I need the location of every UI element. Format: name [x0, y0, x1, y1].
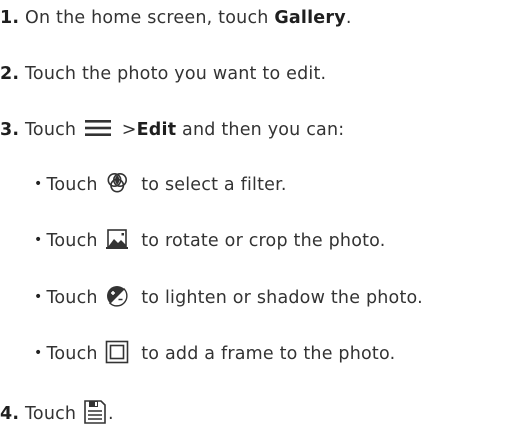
edit-label: Edit: [136, 120, 177, 140]
step-number: 2.: [0, 64, 20, 84]
sub-text-end: to rotate or crop the photo.: [135, 231, 386, 251]
sub-text: Touch: [46, 288, 104, 308]
sub-item-filter: • Touch to select a filter.: [34, 170, 287, 200]
sub-text-end: to lighten or shadow the photo.: [135, 288, 423, 308]
step-text: On the home screen, touch: [25, 8, 275, 28]
step-number: 4.: [0, 404, 20, 424]
save-icon: [84, 400, 106, 424]
step-2: 2. Touch the photo you want to edit.: [0, 59, 326, 89]
exposure-icon: [105, 284, 129, 308]
step-3: 3. Touch >Edit and then you can:: [0, 115, 344, 145]
menu-icon: [84, 118, 112, 138]
sub-text: Touch: [46, 231, 104, 251]
step-1: 1. On the home screen, touch Gallery.: [0, 3, 352, 33]
crop-rotate-icon: [105, 227, 129, 251]
step-text: Touch: [25, 404, 82, 424]
step-number: 3.: [0, 120, 20, 140]
bullet: •: [34, 345, 43, 361]
bullet: •: [34, 289, 43, 305]
sub-item-crop: • Touch to rotate or crop the photo.: [34, 226, 386, 256]
filter-icon: [105, 171, 129, 195]
sub-item-exposure: • Touch to lighten or shadow the photo.: [34, 283, 423, 313]
step-text-end: .: [345, 8, 352, 28]
step-number: 1.: [0, 8, 20, 28]
gallery-label: Gallery: [274, 8, 346, 28]
bullet: •: [34, 232, 43, 248]
sub-text-end: to select a filter.: [135, 175, 287, 195]
sub-item-frame: • Touch to add a frame to the photo.: [34, 339, 395, 369]
greater-than: >: [121, 120, 137, 140]
step-text: Touch the photo you want to edit.: [25, 64, 327, 84]
frame-icon: [105, 340, 129, 364]
step-4: 4. Touch .: [0, 399, 114, 429]
sub-text: Touch: [46, 344, 104, 364]
bullet: •: [34, 176, 43, 192]
step-text: Touch: [25, 120, 82, 140]
sub-text: Touch: [46, 175, 104, 195]
step-text-end: .: [108, 404, 114, 424]
sub-text-end: to add a frame to the photo.: [135, 344, 396, 364]
step-text-end: and then you can:: [176, 120, 345, 140]
